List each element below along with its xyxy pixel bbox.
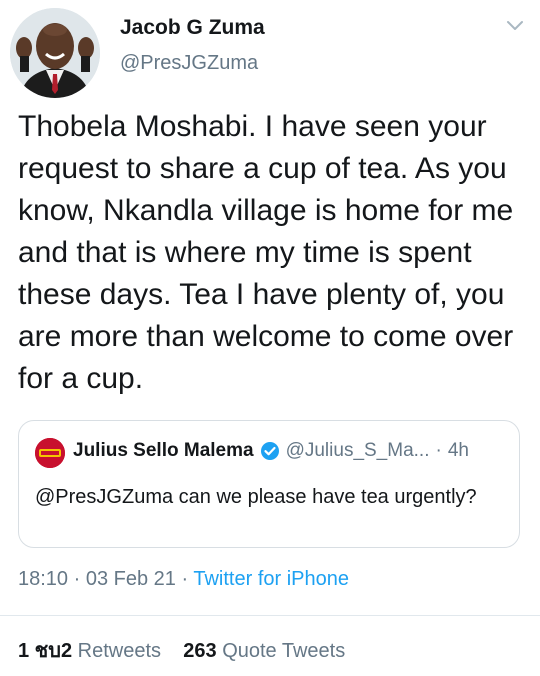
retweets-label: Retweets <box>77 640 162 662</box>
meta-separator-2: · <box>181 568 189 590</box>
chevron-down-icon[interactable] <box>504 14 526 36</box>
quoted-separator: · <box>435 440 442 461</box>
tweet-source-link[interactable]: Twitter for iPhone <box>193 568 349 590</box>
quoted-timestamp[interactable]: 4h <box>448 440 469 462</box>
quoted-tweet-text: @PresJGZuma can we please have tea urgen… <box>35 486 477 508</box>
tweet-meta: 18:10 · 03 Feb 21 · Twitter for iPhone <box>18 568 349 591</box>
author-avatar-image <box>10 8 100 98</box>
quoted-author-handle[interactable]: @Julius_S_Ma... <box>286 440 430 462</box>
tweet-time[interactable]: 18:10 <box>18 568 68 590</box>
tweet-card: Jacob G Zuma @PresJGZuma Thobela Moshabi… <box>0 0 540 676</box>
meta-separator-1: · <box>73 568 81 590</box>
quoted-avatar-image <box>35 438 65 468</box>
quoted-tweet[interactable]: Julius Sello Malema @Julius_S_Ma... · 4h… <box>18 420 520 548</box>
quote-tweets-stat[interactable]: 263 Quote Tweets <box>183 640 345 662</box>
tweet-text: Thobela Moshabi. I have seen your reques… <box>18 110 514 395</box>
quote-tweets-label: Quote Tweets <box>222 640 346 662</box>
quote-tweets-count: 263 <box>183 640 217 662</box>
author-display-name[interactable]: Jacob G Zuma <box>120 16 265 40</box>
quoted-author-name[interactable]: Julius Sello Malema <box>73 440 254 462</box>
author-handle[interactable]: @PresJGZuma <box>120 52 258 75</box>
verified-badge-icon <box>260 441 280 461</box>
retweets-count: 1 ชบ2 <box>18 640 73 662</box>
retweets-stat[interactable]: 1 ชบ2 Retweets <box>18 640 167 662</box>
tweet-date[interactable]: 03 Feb 21 <box>86 568 176 590</box>
quoted-author-avatar[interactable] <box>35 438 65 468</box>
tweet-stats: 1 ชบ2 Retweets 263 Quote Tweets <box>18 634 345 666</box>
author-avatar[interactable] <box>10 8 100 98</box>
quoted-tweet-header: Julius Sello Malema @Julius_S_Ma... · 4h <box>73 440 469 462</box>
divider <box>0 615 540 616</box>
